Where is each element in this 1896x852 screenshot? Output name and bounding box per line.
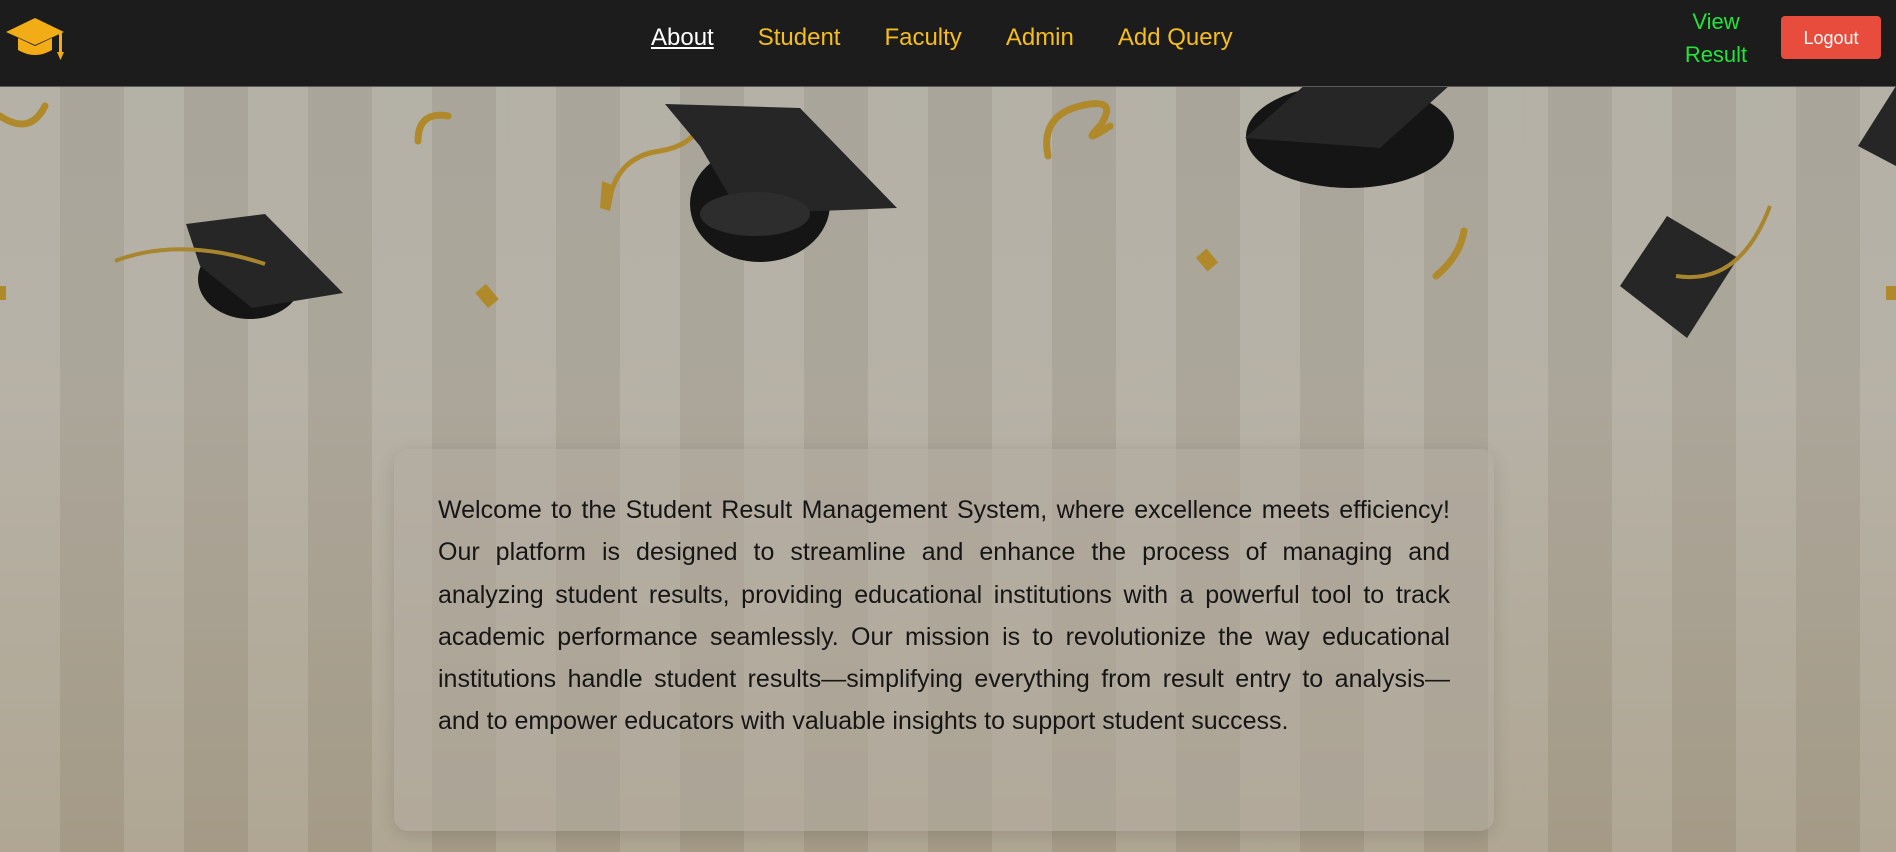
- cap-decoration-1: [114, 214, 343, 319]
- navbar: About Student Faculty Admin Add Query Vi…: [0, 0, 1896, 87]
- nav-link-faculty[interactable]: Faculty: [884, 24, 961, 52]
- about-card: Welcome to the Student Result Management…: [394, 449, 1494, 831]
- page: About Student Faculty Admin Add Query Vi…: [0, 0, 1896, 852]
- nav-link-student[interactable]: Student: [758, 24, 841, 52]
- about-text: Welcome to the Student Result Management…: [438, 496, 1450, 736]
- nav-link-admin[interactable]: Admin: [1006, 24, 1074, 52]
- logout-button[interactable]: Logout: [1781, 16, 1881, 59]
- view-result-link[interactable]: View Result: [1670, 5, 1762, 71]
- cap-decoration-4: [1620, 205, 1772, 338]
- view-result-label-line1: View: [1692, 9, 1740, 34]
- graduation-cap-icon[interactable]: [4, 12, 66, 66]
- cap-decoration-2: [665, 104, 897, 262]
- cap-decoration-3: [1245, 86, 1454, 188]
- view-result-label-line2: Result: [1684, 42, 1748, 67]
- cap-decoration-5: [1858, 86, 1896, 166]
- nav-link-about[interactable]: About: [651, 24, 714, 52]
- nav-link-add-query[interactable]: Add Query: [1118, 24, 1233, 52]
- nav-links: About Student Faculty Admin Add Query: [651, 0, 1277, 76]
